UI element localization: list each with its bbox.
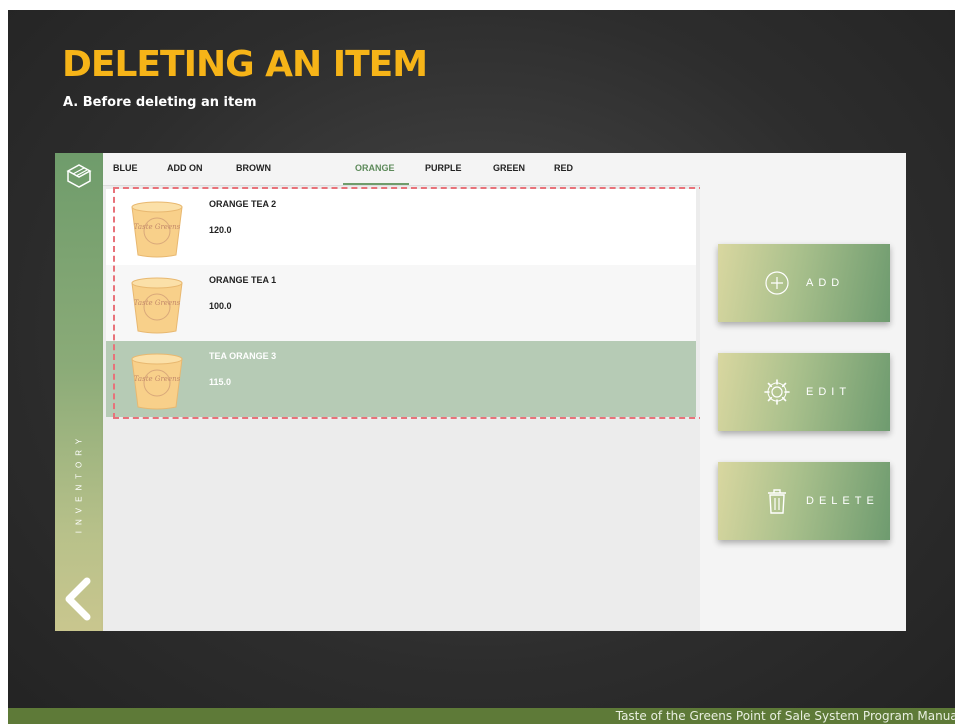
item-row-selected[interactable]: Taste Greens TEA ORANGE 3 115.0 — [106, 341, 696, 417]
footer-text: Taste of the Greens Point of Sale System… — [615, 709, 955, 723]
edit-button[interactable]: EDIT — [718, 353, 890, 431]
footer-bar: Taste of the Greens Point of Sale System… — [8, 708, 955, 724]
sidebar: INVENTORY — [55, 153, 103, 631]
item-row[interactable]: Taste Greens ORANGE TEA 1 100.0 — [106, 265, 696, 341]
plus-circle-icon — [765, 271, 789, 295]
tab-red[interactable]: RED — [554, 163, 573, 173]
inventory-box-icon — [66, 164, 92, 188]
active-tab-indicator — [343, 183, 409, 185]
add-button-label: ADD — [806, 277, 845, 289]
trash-icon — [768, 489, 786, 514]
item-row[interactable]: Taste Greens ORANGE TEA 2 120.0 — [106, 189, 696, 265]
item-price: 115.0 — [209, 377, 232, 387]
tea-cup-image: Taste Greens — [131, 353, 183, 410]
item-name: ORANGE TEA 2 — [209, 199, 277, 209]
slide-title: DELETING AN ITEM — [62, 44, 428, 85]
tab-add-on[interactable]: ADD ON — [167, 163, 203, 173]
action-panel: ADD EDIT DELETE — [700, 153, 906, 631]
item-name: ORANGE TEA 1 — [209, 275, 277, 285]
cup-logo-text: Taste Greens — [134, 299, 181, 307]
tab-orange[interactable]: ORANGE — [355, 163, 395, 173]
item-price: 120.0 — [209, 225, 232, 235]
back-chevron-button[interactable] — [59, 573, 99, 625]
tab-blue[interactable]: BLUE — [113, 163, 138, 173]
cup-logo-text: Taste Greens — [134, 223, 181, 231]
tab-brown[interactable]: BROWN — [236, 163, 271, 173]
item-name: TEA ORANGE 3 — [209, 351, 277, 361]
cup-logo-text: Taste Greens — [134, 375, 181, 383]
item-price: 100.0 — [209, 301, 232, 311]
delete-button[interactable]: DELETE — [718, 462, 890, 540]
item-list-panel: BLUE ADD ON BROWN ORANGE PURPLE GREEN RE… — [103, 153, 700, 631]
sidebar-label-inventory: INVENTORY — [74, 432, 84, 534]
gear-icon — [764, 379, 790, 405]
slide: DELETING AN ITEM A. Before deleting an i… — [8, 10, 955, 724]
tea-cup-image: Taste Greens — [131, 277, 183, 334]
pos-app-screenshot: INVENTORY BLUE ADD ON BROWN ORANGE PURPL… — [55, 153, 906, 631]
tab-purple[interactable]: PURPLE — [425, 163, 462, 173]
slide-subtitle: A. Before deleting an item — [63, 95, 257, 110]
delete-button-label: DELETE — [806, 495, 879, 507]
edit-button-label: EDIT — [806, 386, 852, 398]
tea-cup-image: Taste Greens — [131, 201, 183, 258]
add-button[interactable]: ADD — [718, 244, 890, 322]
tab-green[interactable]: GREEN — [493, 163, 525, 173]
category-tabs: BLUE ADD ON BROWN ORANGE PURPLE GREEN RE… — [103, 153, 700, 186]
